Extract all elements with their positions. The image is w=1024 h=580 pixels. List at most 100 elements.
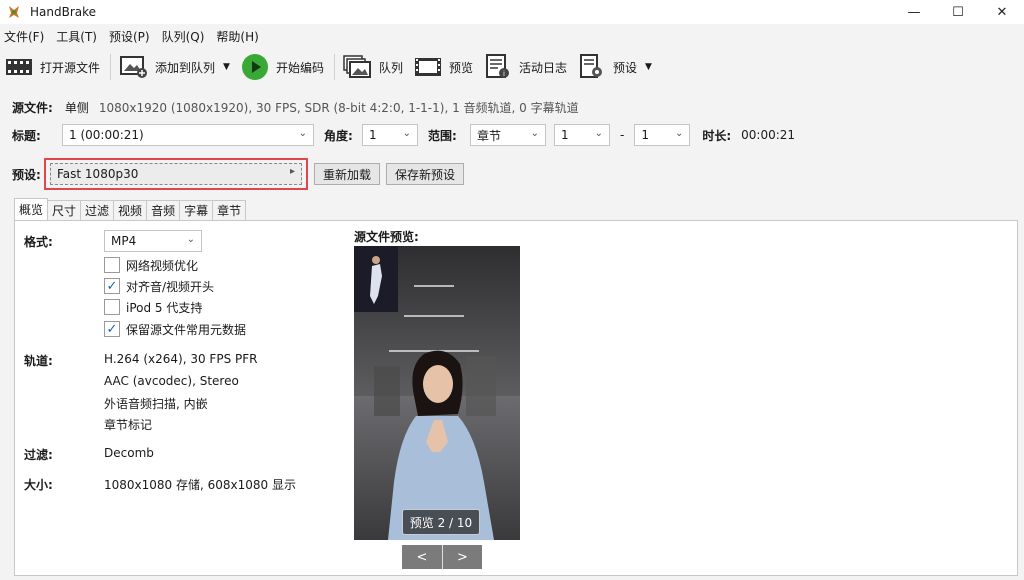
angle-select-value: 1 xyxy=(369,128,377,142)
open-source-label: 打开源文件 xyxy=(40,60,101,75)
size-label: 大小: xyxy=(24,478,53,492)
title-row: 标题: 1 (00:00:21) ⌄ 角度: 1 ⌄ 范围: 章节 ⌄ 1 ⌄ … xyxy=(12,124,795,146)
chevron-down-icon: ⌄ xyxy=(530,128,539,139)
close-button[interactable]: ✕ xyxy=(980,0,1024,24)
tab-video[interactable]: 视频 xyxy=(113,200,148,220)
option-web-optimized[interactable]: 网络视频优化 xyxy=(104,256,198,274)
duration-value: 00:00:21 xyxy=(741,128,796,142)
menu-help[interactable]: 帮助(H) xyxy=(216,28,258,45)
toolbar-separator xyxy=(110,54,112,80)
activity-log-button[interactable]: i 活动日志 xyxy=(483,52,567,82)
chevron-down-icon: ⌄ xyxy=(186,234,195,245)
angle-label: 角度: xyxy=(324,128,353,143)
option-keep-metadata[interactable]: ✓ 保留源文件常用元数据 xyxy=(104,320,246,338)
range-type-value: 章节 xyxy=(477,128,502,143)
start-encode-button[interactable]: 开始编码 xyxy=(240,52,324,82)
start-encode-label: 开始编码 xyxy=(275,60,324,75)
presets-button[interactable]: 预设 ▼ xyxy=(577,52,652,82)
preset-select[interactable]: Fast 1080p30 ▸ xyxy=(50,163,302,185)
source-label: 源文件: xyxy=(12,100,53,115)
tab-chapters[interactable]: 章节 xyxy=(212,200,247,220)
checkbox[interactable] xyxy=(104,257,120,273)
menu-presets[interactable]: 预设(P) xyxy=(109,28,150,45)
format-label: 格式: xyxy=(24,234,53,249)
range-start-value: 1 xyxy=(561,128,569,142)
dropdown-arrow-icon[interactable]: ▼ xyxy=(223,62,230,72)
track-item: H.264 (x264), 30 FPS PFR xyxy=(104,352,258,366)
menu-file[interactable]: 文件(F) xyxy=(4,28,44,45)
menu-queue[interactable]: 队列(Q) xyxy=(162,28,205,45)
chevron-down-icon: ⌄ xyxy=(594,128,603,139)
source-info: 1080x1920 (1080x1920), 30 FPS, SDR (8-bi… xyxy=(98,100,579,115)
source-preview-image xyxy=(354,246,520,540)
angle-select[interactable]: 1 ⌄ xyxy=(362,124,418,146)
preview-photo xyxy=(354,246,520,540)
handbrake-logo-icon xyxy=(9,6,19,18)
activity-log-label: 活动日志 xyxy=(519,60,568,75)
menu-tools[interactable]: 工具(T) xyxy=(56,28,97,45)
open-source-button[interactable]: 打开源文件 xyxy=(4,52,100,82)
chevron-down-icon: ⌄ xyxy=(402,128,411,139)
presets-label: 预设 xyxy=(613,60,638,75)
save-new-preset-button[interactable]: 保存新预设 xyxy=(386,163,465,185)
chevron-down-icon: ⌄ xyxy=(298,128,307,139)
range-end-select[interactable]: 1 ⌄ xyxy=(634,124,691,146)
option-label: iPod 5 代支持 xyxy=(126,300,203,315)
minimize-button[interactable]: — xyxy=(892,0,936,24)
film-strip-icon xyxy=(4,54,34,80)
preset-label: 预设: xyxy=(12,167,41,182)
tab-summary[interactable]: 概览 xyxy=(14,198,49,220)
format-select-value: MP4 xyxy=(111,234,137,248)
preview-label: 预览 xyxy=(448,60,473,75)
window-title: HandBrake xyxy=(30,5,97,19)
preview-prev-button[interactable]: < xyxy=(402,545,442,569)
toolbar: 打开源文件 添加到队列 ▼ 开始编码 队列 预览 i 活动日志 预设 ▼ xyxy=(0,50,1024,84)
preset-highlight-box: Fast 1080p30 ▸ xyxy=(44,158,308,190)
checkbox[interactable] xyxy=(104,299,120,315)
toolbar-separator xyxy=(333,54,335,80)
title-label: 标题: xyxy=(12,128,41,143)
option-label: 网络视频优化 xyxy=(126,258,199,273)
option-label: 保留源文件常用元数据 xyxy=(126,322,247,337)
activity-log-icon: i xyxy=(483,54,513,80)
tab-subtitles[interactable]: 字幕 xyxy=(179,200,214,220)
title-bar: HandBrake — ☐ ✕ xyxy=(0,0,1024,24)
range-dash: - xyxy=(620,128,625,142)
settings-tabs: 概览 尺寸 过滤 视频 音频 字幕 章节 xyxy=(14,198,247,220)
add-image-icon xyxy=(119,54,149,80)
range-type-select[interactable]: 章节 ⌄ xyxy=(470,124,546,146)
track-item: 章节标记 xyxy=(104,418,153,432)
option-align-av[interactable]: ✓ 对齐音/视频开头 xyxy=(104,277,214,295)
range-label: 范围: xyxy=(428,128,457,143)
tab-filters[interactable]: 过滤 xyxy=(80,200,115,220)
tab-dimensions[interactable]: 尺寸 xyxy=(47,200,82,220)
queue-button[interactable]: 队列 xyxy=(343,52,403,82)
presets-gear-icon xyxy=(577,54,607,80)
chevron-right-icon: ▸ xyxy=(289,166,295,177)
duration-label: 时长: xyxy=(702,128,732,143)
menu-bar: 文件(F) 工具(T) 预设(P) 队列(Q) 帮助(H) xyxy=(0,26,271,46)
source-preview-title: 源文件预览: xyxy=(354,230,419,244)
tab-audio[interactable]: 音频 xyxy=(146,200,181,220)
format-select[interactable]: MP4 ⌄ xyxy=(104,230,202,252)
dropdown-arrow-icon[interactable]: ▼ xyxy=(645,62,652,72)
checkbox-checked[interactable]: ✓ xyxy=(104,278,120,294)
checkbox-checked[interactable]: ✓ xyxy=(104,321,120,337)
preview-next-button[interactable]: > xyxy=(442,545,482,569)
title-select[interactable]: 1 (00:00:21) ⌄ xyxy=(62,124,314,146)
play-icon xyxy=(240,54,270,80)
filters-label: 过滤: xyxy=(24,448,53,462)
range-start-select[interactable]: 1 ⌄ xyxy=(554,124,610,146)
maximize-button[interactable]: ☐ xyxy=(936,0,980,24)
preset-row: 预设: Fast 1080p30 ▸ 重新加载 保存新预设 xyxy=(12,158,465,190)
queue-icon xyxy=(343,54,373,80)
chevron-down-icon: ⌄ xyxy=(674,128,684,139)
preview-button[interactable]: 预览 xyxy=(413,52,473,82)
source-name: 单侧 xyxy=(64,100,89,115)
format-row: 格式: MP4 ⌄ xyxy=(24,230,202,252)
track-item: 外语音频扫描, 内嵌 xyxy=(104,397,208,411)
reload-preset-button[interactable]: 重新加载 xyxy=(314,163,381,185)
queue-label: 队列 xyxy=(378,60,403,75)
add-to-queue-button[interactable]: 添加到队列 ▼ xyxy=(119,52,230,82)
option-ipod5[interactable]: iPod 5 代支持 xyxy=(104,298,202,316)
